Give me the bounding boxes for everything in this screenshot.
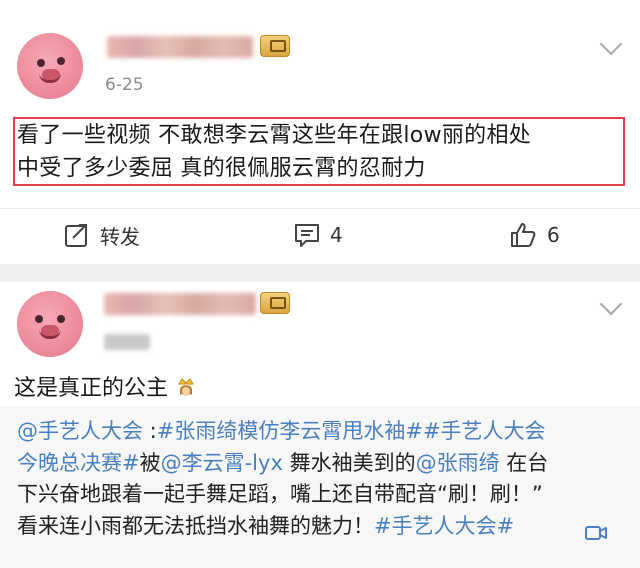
vip-badge-icon (260, 292, 290, 314)
comment-button[interactable]: 4 (294, 221, 343, 249)
feed-separator (0, 264, 640, 282)
repost-text-segment: 被 (139, 450, 161, 475)
like-button[interactable]: 6 (509, 221, 560, 249)
post-text-line: 中受了多少委屈 真的很佩服云霄的忍耐力 (17, 156, 426, 181)
avatar[interactable] (17, 33, 83, 99)
repost-card[interactable]: @手艺人大会 :#张雨绮模仿李云霄甩水袖##手艺人大会 今晚总决赛#被@李云霄-… (0, 406, 640, 568)
post-text-line: 看了一些视频 不敢想李云霄这些年在跟low丽的相处 (17, 123, 532, 148)
repost-label: 转发 (100, 224, 140, 249)
post-text: 看了一些视频 不敢想李云霄这些年在跟low丽的相处 中受了多少委屈 真的很佩服云… (13, 117, 625, 186)
repost-text: @手艺人大会 :#张雨绮模仿李云霄甩水袖##手艺人大会 今晚总决赛#被@李云霄-… (17, 416, 623, 542)
repost-link[interactable]: #张雨绮模仿李云霄甩水袖##手艺人大会 (157, 419, 546, 443)
crown-emoji-icon (178, 378, 194, 396)
post-date-blurred (104, 334, 150, 350)
comment-count: 4 (330, 223, 343, 247)
repost-text-segment: 下兴奋地跟着一起手舞足蹈，嘴上还自带配音“刷！刷！” (17, 482, 543, 506)
repost-link[interactable]: @手艺人大会 (17, 419, 143, 443)
like-icon (511, 223, 536, 247)
avatar[interactable] (17, 291, 83, 357)
weibo-post-1: 6-25 看了一些视频 不敢想李云霄这些年在跟low丽的相处 中受了多少委屈 真… (0, 0, 640, 264)
chevron-down-icon[interactable] (599, 292, 623, 316)
repost-line: 看来连小雨都无法抵挡水袖舞的魅力！#手艺人大会# (17, 511, 623, 543)
repost-link[interactable]: #手艺人大会# (374, 514, 514, 538)
repost-text-segment: : (143, 419, 157, 443)
username-blurred[interactable] (107, 36, 253, 58)
repost-link[interactable]: @李云霄-lyx (161, 451, 283, 475)
comment-icon (295, 224, 319, 247)
post-date: 6-25 (105, 75, 144, 95)
like-count: 6 (547, 223, 560, 247)
repost-text-segment: 看来连小雨都无法抵挡水袖舞的魅力！ (17, 513, 374, 538)
repost-line: @手艺人大会 :#张雨绮模仿李云霄甩水袖##手艺人大会 (17, 416, 623, 448)
username-blurred[interactable] (104, 293, 256, 315)
repost-link[interactable]: @张雨绮 (416, 451, 500, 475)
post-text: 这是真正的公主 (14, 372, 195, 405)
weibo-post-2: 这是真正的公主 @手艺人大会 :#张雨绮模仿李云霄甩水袖##手艺人大会 今晚总决… (0, 282, 640, 568)
repost-line: 下兴奋地跟着一起手舞足蹈，嘴上还自带配音“刷！刷！” (17, 479, 623, 511)
post-text-content: 这是真正的公主 (14, 376, 169, 401)
chevron-down-icon[interactable] (599, 32, 623, 56)
repost-text-segment: 舞水袖美到的 (282, 450, 416, 475)
repost-link[interactable]: 今晚总决赛# (17, 451, 140, 475)
repost-line: 今晚总决赛#被@李云霄-lyx 舞水袖美到的@张雨绮 在台 (17, 448, 623, 480)
repost-button[interactable]: 转发 (64, 221, 140, 249)
repost-icon (65, 224, 87, 247)
video-icon[interactable] (585, 524, 607, 542)
vip-badge-icon (260, 35, 290, 57)
action-bar: 转发 4 6 (0, 208, 640, 260)
repost-text-segment: 在台 (499, 450, 549, 475)
